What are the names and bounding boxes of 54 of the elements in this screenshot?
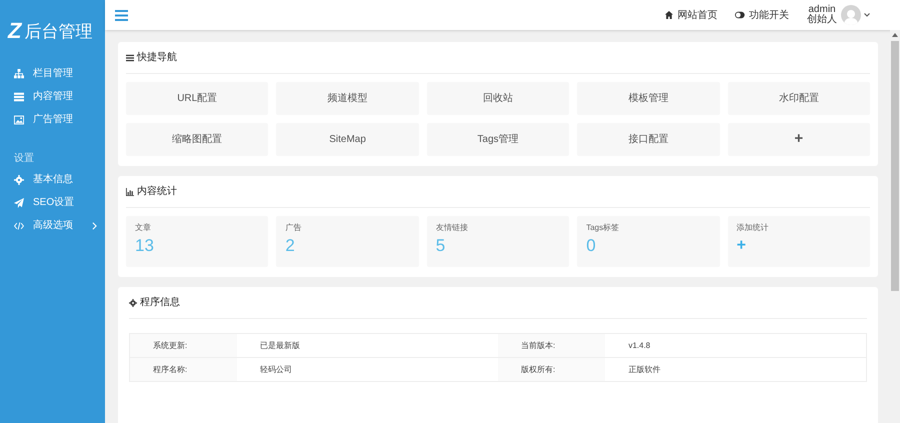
home-icon [665, 11, 674, 19]
shortcut-button[interactable]: 回收站 [426, 82, 570, 115]
stat-label: Tags标签 [586, 222, 620, 234]
menu-icon [126, 54, 134, 62]
sitemap-icon [14, 68, 24, 78]
header-link[interactable]: 功能开关 [735, 8, 789, 22]
shortcut-button[interactable]: 接口配置 [577, 123, 720, 156]
shortcut-button[interactable]: 频道模型 [276, 82, 419, 115]
header-link[interactable]: 网站首页 [665, 8, 718, 22]
bar-chart-icon [126, 188, 134, 196]
sidebar-section-title: 设置 [13, 152, 35, 166]
paper-plane-icon [14, 198, 24, 208]
stat-value: 2 [285, 236, 296, 256]
toggle-icon [735, 11, 745, 19]
shortcut-button[interactable]: URL配置 [126, 82, 268, 115]
shortcut-button[interactable]: Tags管理 [426, 123, 570, 156]
caret-icon[interactable] [864, 13, 870, 17]
stat-value: 0 [586, 236, 597, 256]
stat-label: 文章 [135, 222, 152, 234]
add-stat-icon: + [736, 236, 861, 256]
add-shortcut-button[interactable]: + [728, 123, 870, 156]
scrollbar-thumb[interactable] [891, 41, 899, 291]
shortcut-button[interactable]: SiteMap [276, 123, 419, 156]
image-icon [14, 114, 24, 124]
code-icon [14, 220, 24, 230]
card-title: 程序信息 [140, 296, 180, 310]
shortcut-button[interactable]: 缩略图配置 [126, 123, 268, 156]
logo-text: 后台管理 [24, 22, 92, 40]
list-icon [14, 92, 24, 102]
shortcut-button[interactable]: 水印配置 [728, 82, 870, 115]
settings-icon [129, 298, 137, 306]
info-label: 系统更新: [130, 334, 237, 358]
info-label: 版权所有: [498, 358, 606, 382]
card-title: 快捷导航 [137, 50, 177, 65]
info-value: 已是最新版 [236, 334, 498, 358]
stat-value: 13 [135, 236, 155, 256]
info-label: 程序名称: [130, 358, 237, 382]
info-value: 轻码公司 [236, 358, 498, 382]
stat-label: 友情链接 [436, 222, 469, 234]
logo-mark: Z [8, 20, 22, 42]
stat-label: 添加统计 [736, 222, 770, 234]
settings-icon [14, 174, 24, 184]
scroll-up-arrow-icon[interactable] [892, 33, 898, 37]
info-value: v1.4.8 [605, 334, 866, 358]
user-name: admin [808, 5, 836, 15]
card-title: 内容统计 [137, 184, 177, 199]
stat-tile[interactable]: 添加统计 + [728, 216, 870, 267]
menu-icon[interactable] [115, 10, 128, 20]
stat-value: 5 [436, 236, 446, 256]
shortcut-button[interactable]: 模板管理 [577, 82, 720, 115]
info-label: 当前版本: [498, 334, 606, 358]
info-value: 正版软件 [605, 358, 866, 382]
user-role: 创始人 [807, 15, 837, 25]
stat-label: 广告 [285, 222, 302, 234]
